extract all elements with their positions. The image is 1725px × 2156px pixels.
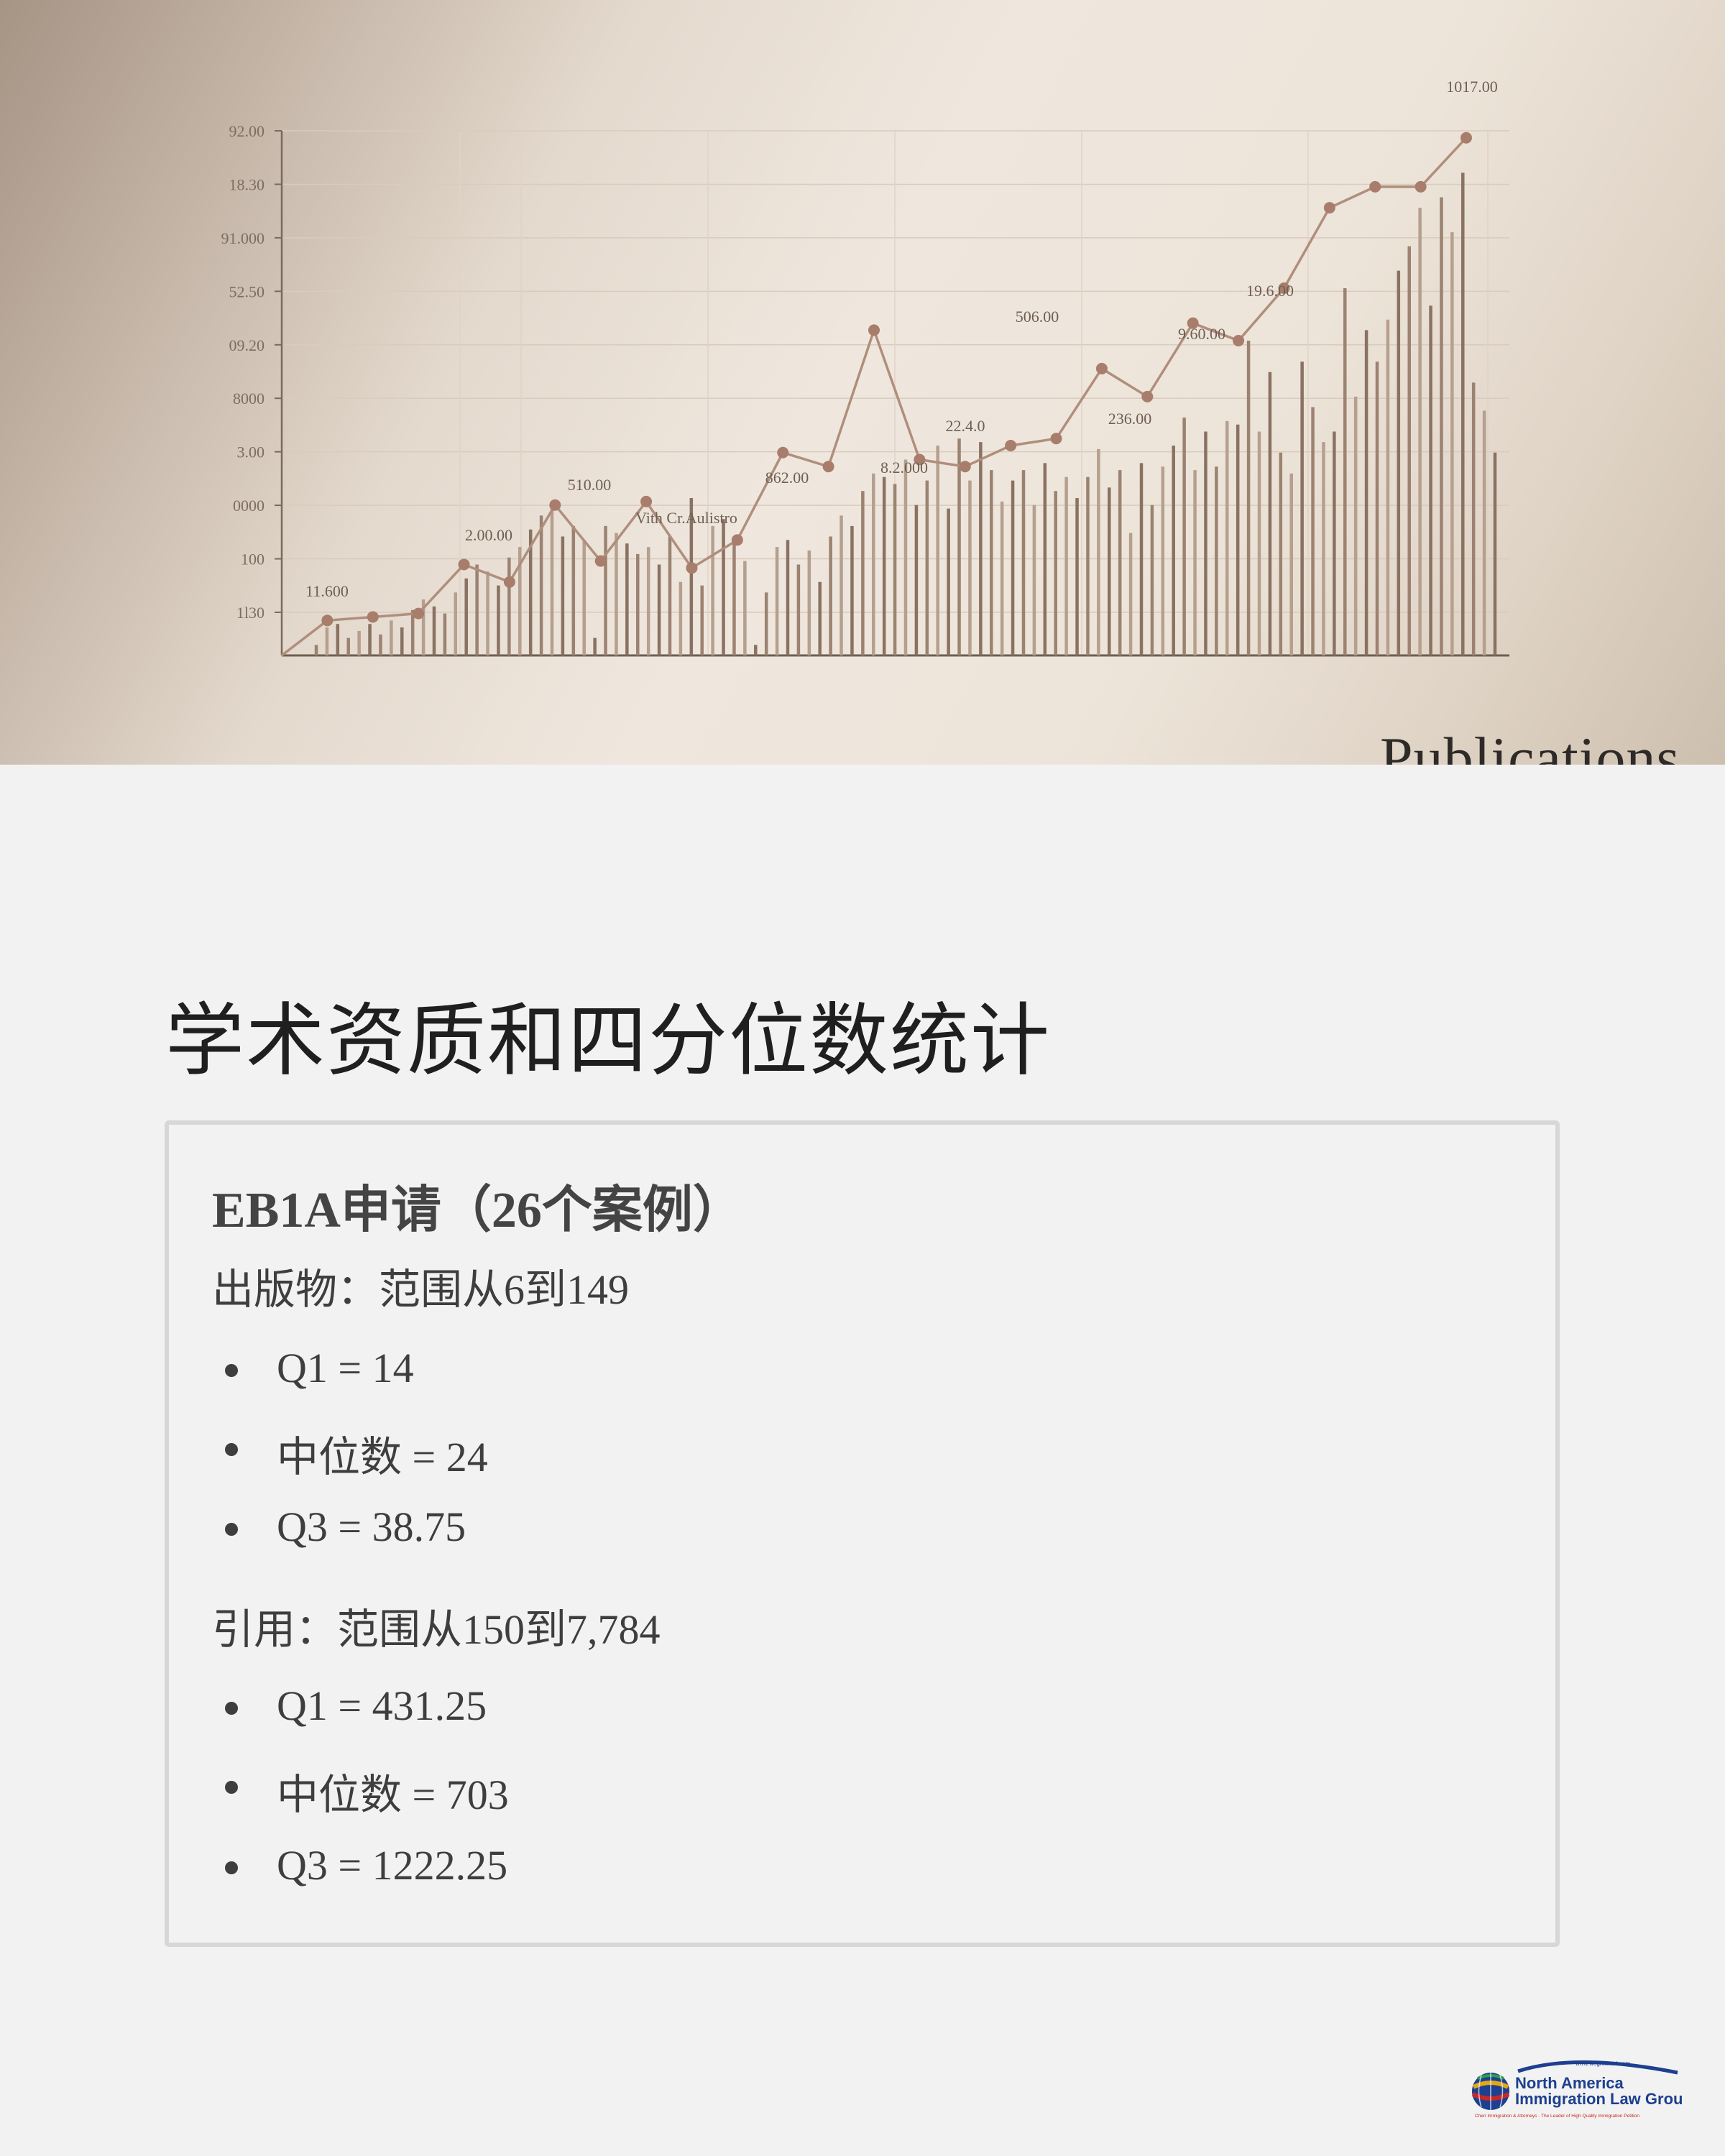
line-point: [1369, 180, 1381, 193]
line-point: [868, 324, 880, 336]
point-label: 510.00: [568, 476, 612, 494]
line-point: [1414, 180, 1427, 193]
line-point: [959, 461, 971, 473]
hero-image: 92.00 18.30 91.000 52.50 09.20 8000 3.00 0000 10…: [0, 0, 1725, 765]
line-point: [822, 461, 834, 473]
line-point: [1233, 335, 1245, 346]
publications-q3: Q3 = 38.75: [224, 1503, 466, 1550]
line-point: [1050, 433, 1062, 445]
line-point: [594, 555, 607, 567]
y-tick-label: 1l30: [236, 604, 264, 622]
line-point: [1460, 132, 1472, 144]
logo-tagline: Chen Immigration & Attorneys · The Leade…: [1475, 2114, 1639, 2119]
line-point: [777, 446, 789, 459]
point-label: Vith Cr.Aulistro: [635, 509, 737, 527]
line-point: [640, 495, 653, 507]
y-tick-label: 0000: [233, 497, 264, 515]
point-label: 22.4.0: [946, 417, 985, 435]
point-label: 11.600: [305, 582, 349, 600]
line-point: [321, 614, 334, 627]
line-point: [686, 562, 698, 574]
line-point: [1323, 202, 1335, 214]
line-point: [731, 534, 743, 546]
point-label: 19.6.00: [1246, 282, 1294, 300]
point-label: 9.60.00: [1178, 325, 1225, 343]
y-tick-label: 8000: [233, 390, 264, 407]
line-point: [503, 576, 515, 588]
y-tick-label: 52.50: [229, 282, 265, 300]
page-title: 学术资质和四分位数统计: [165, 995, 1051, 1087]
point-labels: 11.600 2.00.00 510.00 Vith Cr.Aulistro 862.0…: [305, 78, 1498, 600]
logo-url: www.wegreened.com: [1575, 2060, 1630, 2067]
y-tick-label: 92.00: [229, 122, 265, 140]
citations-q1: Q1 = 431.25: [224, 1682, 487, 1729]
y-tick-label: 18.30: [229, 175, 265, 193]
citations-median: 中位数 = 703: [225, 1761, 509, 1821]
point-label: 1017.00: [1446, 78, 1498, 96]
y-tick-label: 3.00: [237, 443, 265, 461]
hero-caption: Publications: [1380, 725, 1680, 765]
chart-bars: [314, 172, 1497, 655]
logo-line2: Immigration Law Group: [1515, 2090, 1683, 2108]
y-tick-labels: 92.00 18.30 91.000 52.50 09.20 8000 3.00 0000 10…: [221, 122, 282, 622]
globe-icon: [1471, 2073, 1510, 2110]
company-logo: www.wegreened.com North America Immigrat…: [1471, 2060, 1683, 2119]
hero-chart: 92.00 18.30 91.000 52.50 09.20 8000 3.00 0000 10…: [221, 78, 1509, 657]
y-tick-label: 91.000: [221, 229, 265, 247]
line-point: [549, 499, 561, 511]
stats-card: EB1A申请（26个案例） 出版物：范围从6到149 Q1 = 14 中位数 =…: [165, 1120, 1560, 1947]
y-tick-label: 100: [241, 550, 264, 568]
line-point: [1005, 440, 1017, 451]
publications-q1: Q1 = 14: [225, 1345, 414, 1391]
card-heading: EB1A申请（26个案例）: [212, 1183, 743, 1238]
point-label: 236.00: [1108, 410, 1152, 428]
citations-q3: Q3 = 1222.25: [224, 1842, 508, 1889]
y-tick-label: 09.20: [229, 336, 265, 354]
point-label: 862.00: [765, 469, 809, 487]
point-label: 8.2.000: [880, 459, 928, 476]
citations-range: 引用：范围从150到7,784: [212, 1606, 661, 1653]
publications-median: 中位数 = 24: [225, 1423, 488, 1483]
line-point: [367, 611, 379, 623]
line-point: [413, 607, 425, 619]
point-label: 2.00.00: [465, 526, 512, 544]
point-label: 506.00: [1016, 308, 1059, 326]
publications-range: 出版物：范围从6到149: [212, 1266, 630, 1313]
line-point: [1141, 390, 1154, 402]
line-point: [1095, 362, 1108, 374]
line-point: [458, 558, 470, 571]
